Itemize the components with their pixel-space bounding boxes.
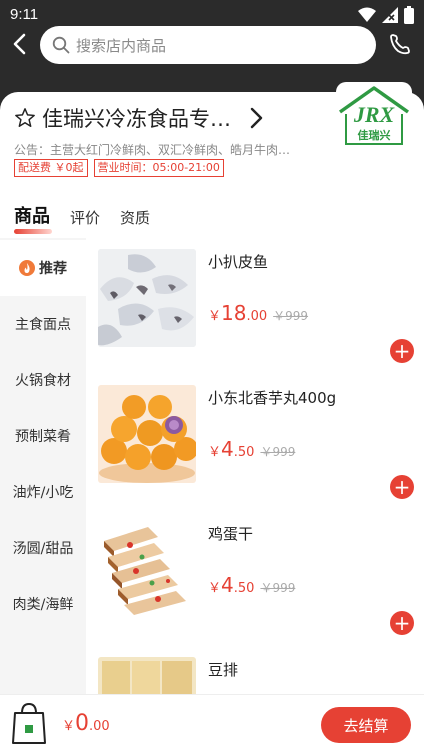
chevron-right-icon[interactable] [249, 107, 263, 129]
tab-products[interactable]: 商品 [14, 202, 52, 234]
phone-icon[interactable] [388, 32, 412, 56]
original-price: ￥999 [260, 581, 296, 595]
status-icons [358, 6, 414, 24]
product-item[interactable]: 小扒皮鱼 ￥18.00 ￥999 + [98, 249, 414, 369]
store-logo-graphic: JRX 佳瑞兴 [338, 86, 410, 145]
product-image [98, 385, 196, 483]
battery-icon [404, 6, 414, 24]
store-tags: 配送费 ￥0起 营业时间：05:00-21:00 [14, 159, 224, 177]
category-fried-snacks[interactable]: 油炸/小吃 [0, 464, 86, 520]
add-to-cart-button[interactable]: + [390, 611, 414, 635]
product-item[interactable]: 豆排 [98, 657, 414, 694]
search-placeholder: 搜索店内商品 [76, 36, 167, 55]
product-item[interactable]: 小东北香芋丸400g ￥4.50 ￥999 + [98, 385, 414, 505]
favorite-star-icon[interactable] [14, 107, 36, 129]
checkout-button[interactable]: 去结算 [321, 707, 411, 743]
product-name: 小扒皮鱼 [208, 253, 269, 271]
store-tabs: 商品 评价 资质 [14, 202, 150, 234]
product-image [98, 521, 196, 619]
cart-bar: ￥0.00 去结算 [0, 694, 424, 754]
category-sidebar: 推荐 主食面点 火锅食材 预制菜肴 油炸/小吃 汤圆/甜品 肉类/海鲜 [0, 238, 86, 694]
product-name: 小东北香芋丸400g [208, 389, 337, 407]
svg-text:佳瑞兴: 佳瑞兴 [358, 128, 391, 142]
product-name: 鸡蛋干 [208, 525, 254, 543]
category-label: 推荐 [39, 261, 67, 277]
store-notice: 公告：主营大红门冷鲜肉、双汇冷鲜肉、皓月牛肉… [14, 143, 291, 157]
product-image [98, 249, 196, 347]
product-price: ￥18.00 ￥999 [208, 301, 309, 325]
status-time: 9:11 [10, 6, 39, 23]
category-dumplings-dessert[interactable]: 汤圆/甜品 [0, 520, 86, 576]
tab-reviews[interactable]: 评价 [70, 207, 100, 228]
store-logo: JRX 佳瑞兴 [336, 82, 412, 154]
delivery-fee-tag: 配送费 ￥0起 [14, 159, 88, 177]
category-meat-seafood[interactable]: 肉类/海鲜 [0, 576, 86, 632]
active-tab-underline [14, 229, 52, 234]
shopping-bag-icon[interactable] [10, 701, 48, 745]
product-image [98, 657, 196, 694]
store-title-row[interactable]: 佳瑞兴冷冻食品专… [14, 103, 263, 133]
product-item[interactable]: 鸡蛋干 ￥4.50 ￥999 + [98, 521, 414, 641]
category-prepared-dishes[interactable]: 预制菜肴 [0, 408, 86, 464]
add-to-cart-button[interactable]: + [390, 475, 414, 499]
product-name: 豆排 [208, 661, 239, 679]
category-hotpot[interactable]: 火锅食材 [0, 352, 86, 408]
signal-icon [382, 7, 398, 23]
original-price: ￥999 [273, 309, 309, 323]
product-price: ￥4.50 ￥999 [208, 573, 296, 597]
search-icon [52, 36, 70, 54]
store-name: 佳瑞兴冷冻食品专… [42, 107, 231, 131]
tab-qualifications[interactable]: 资质 [120, 207, 150, 228]
cart-total: ￥0.00 [62, 711, 110, 736]
back-arrow-icon[interactable] [8, 32, 32, 56]
category-recommended[interactable]: 推荐 [0, 240, 86, 296]
fire-icon [19, 260, 35, 276]
search-input[interactable]: 搜索店内商品 [40, 26, 376, 64]
add-to-cart-button[interactable]: + [390, 339, 414, 363]
svg-text:JRX: JRX [353, 102, 396, 127]
original-price: ￥999 [260, 445, 296, 459]
category-staple-pastry[interactable]: 主食面点 [0, 296, 86, 352]
product-price: ￥4.50 ￥999 [208, 437, 296, 461]
business-hours-tag: 营业时间：05:00-21:00 [93, 159, 224, 177]
wifi-icon [358, 7, 376, 22]
